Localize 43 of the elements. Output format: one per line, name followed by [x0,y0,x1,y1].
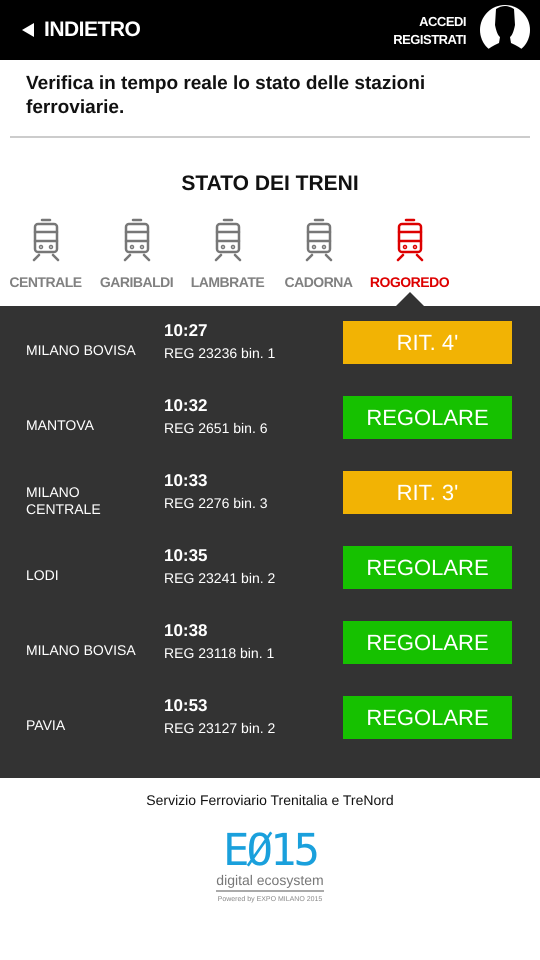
status-label: RIT. 4' [343,321,512,364]
logo-mark: EØ15 [223,830,317,872]
departure-time: 10:32 [164,396,208,416]
destination-text: MANTOVA [26,417,95,434]
logo-tagline: digital ecosystem [216,872,324,892]
back-arrow-icon [22,23,34,37]
station-tab[interactable]: CADORNA [273,218,364,306]
station-tab[interactable]: LAMBRATE [182,218,273,306]
destination-text: LODI [26,567,60,584]
status-label: RIT. 3' [343,471,512,514]
departure-time: 10:33 [164,471,208,491]
intro-text: Verifica in tempo reale lo stato delle stazioni ferroviarie. [10,60,530,138]
register-link[interactable]: REGISTRATI [393,32,466,46]
train-icon [396,218,424,262]
destination-text: MILANO BOVISA [26,642,137,659]
login-link[interactable]: ACCEDI [419,14,466,28]
train-number: REG 2651 bin. 6 [164,420,269,436]
departure-time: 10:38 [164,621,208,641]
destination-text: MILANO CENTRALE [26,484,102,518]
train-number: REG 23127 bin. 2 [164,720,276,736]
train-icon [304,218,332,262]
status-label: REGOLARE [343,546,512,589]
back-link[interactable]: INDIETRO [22,18,140,42]
destination-text: PAVIA [26,717,66,734]
train-number: REG 23241 bin. 2 [164,570,276,586]
train-number: REG 23118 bin. 1 [164,645,276,661]
avatar-icon[interactable] [480,5,530,55]
train-number: REG 23236 bin. 1 [164,345,276,361]
departure-time: 10:53 [164,696,208,716]
status-label: REGOLARE [343,396,512,439]
station-tab[interactable]: CENTRALE [0,218,91,306]
section-title: STATO DEI TRENI [180,172,360,196]
departure-time: 10:35 [164,546,208,566]
train-icon [32,218,60,262]
train-number: REG 2276 bin. 3 [164,495,269,511]
credit-text: Servizio Ferroviario Trenitalia e TreNord [146,792,394,808]
destination-text: MILANO BOVISA [26,342,137,359]
departure-time: 10:27 [164,321,208,341]
train-icon [214,218,242,262]
status-label: REGOLARE [343,696,512,739]
status-label: REGOLARE [343,621,512,664]
train-icon [122,218,150,262]
station-tab[interactable]: GARIBALDI [91,218,182,306]
